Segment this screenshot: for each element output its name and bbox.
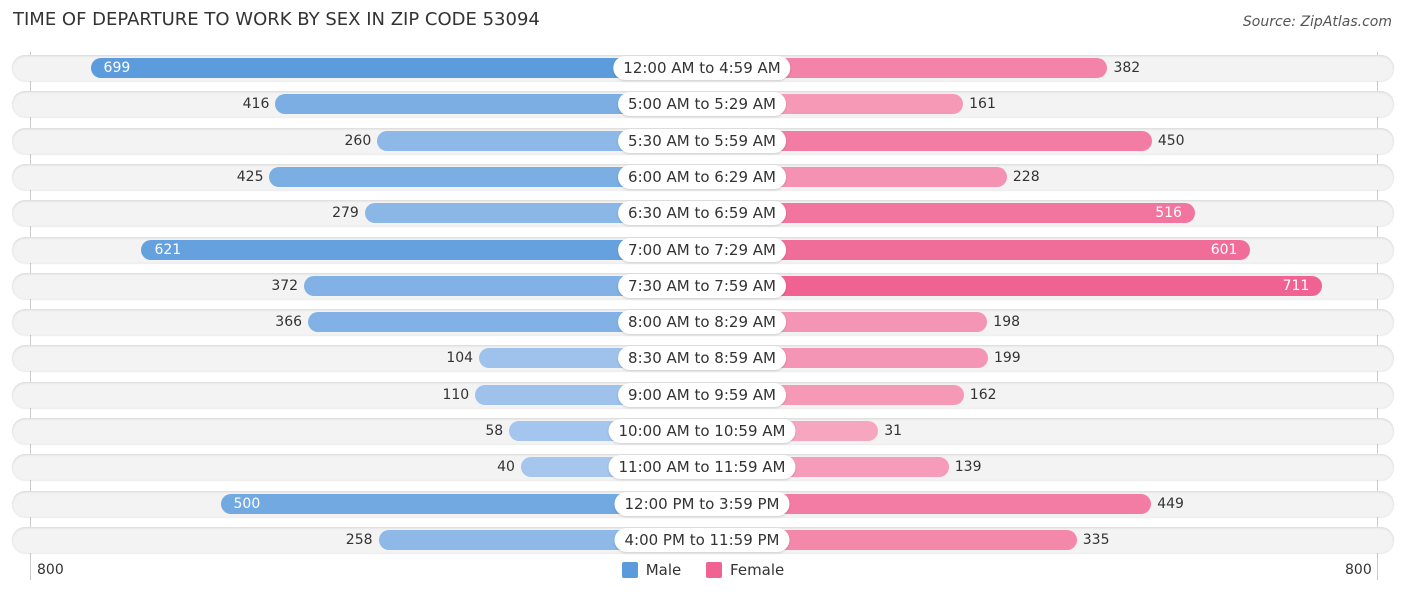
value-label-male: 258 bbox=[345, 531, 373, 548]
value-label-female: 139 bbox=[954, 459, 982, 476]
category-label: 6:00 AM to 6:29 AM bbox=[618, 164, 786, 189]
category-label: 11:00 AM to 11:59 AM bbox=[608, 455, 796, 480]
legend-swatch-male bbox=[621, 562, 638, 578]
value-label-female: 228 bbox=[1012, 168, 1040, 185]
value-label-female: 449 bbox=[1157, 495, 1184, 512]
value-label-male: 372 bbox=[271, 277, 299, 294]
value-label-female: 382 bbox=[1113, 60, 1141, 76]
category-label: 5:00 AM to 5:29 AM bbox=[618, 92, 786, 117]
value-label-female: 335 bbox=[1082, 531, 1110, 548]
value-label-female: 516 bbox=[1155, 205, 1182, 222]
category-label: 8:00 AM to 8:29 AM bbox=[618, 310, 786, 335]
category-label: 12:00 AM to 4:59 AM bbox=[613, 56, 791, 80]
value-label-male: 425 bbox=[236, 168, 264, 185]
value-label-male: 699 bbox=[103, 60, 131, 76]
value-label-male: 260 bbox=[344, 132, 372, 149]
category-label: 12:00 PM to 3:59 PM bbox=[614, 491, 790, 516]
value-label-male: 279 bbox=[332, 205, 359, 222]
value-label-female: 31 bbox=[884, 423, 903, 439]
value-label-male: 110 bbox=[442, 386, 470, 403]
value-label-male: 366 bbox=[275, 314, 303, 331]
legend-swatch-female bbox=[706, 562, 723, 578]
category-label: 7:00 AM to 7:29 AM bbox=[618, 237, 786, 262]
bar-male[interactable] bbox=[90, 58, 702, 78]
legend-label-female: Female bbox=[730, 561, 785, 579]
chart-title: TIME OF DEPARTURE TO WORK BY SEX IN ZIP … bbox=[13, 9, 540, 30]
legend-label-male: Male bbox=[645, 561, 682, 579]
value-label-male: 621 bbox=[154, 241, 182, 258]
legend: Male Female bbox=[0, 561, 1406, 582]
value-label-female: 198 bbox=[993, 314, 1021, 331]
value-label-male: 58 bbox=[485, 423, 504, 439]
source-label: Source: ZipAtlas.com bbox=[1242, 14, 1392, 30]
category-label: 7:30 AM to 7:59 AM bbox=[618, 273, 786, 298]
category-label: 9:00 AM to 9:59 AM bbox=[618, 382, 786, 407]
value-label-male: 40 bbox=[497, 459, 515, 476]
category-label: 5:30 AM to 5:59 AM bbox=[618, 128, 786, 153]
category-label: 8:30 AM to 8:59 AM bbox=[618, 346, 786, 371]
value-label-female: 199 bbox=[993, 350, 1021, 367]
bar-female[interactable] bbox=[702, 275, 1323, 296]
value-label-female: 601 bbox=[1210, 241, 1238, 258]
value-label-female: 161 bbox=[969, 96, 996, 113]
value-label-male: 416 bbox=[242, 96, 270, 113]
category-label: 6:30 AM to 6:59 AM bbox=[618, 201, 786, 226]
value-label-male: 500 bbox=[233, 495, 261, 512]
legend-item-female[interactable]: Female bbox=[706, 561, 784, 579]
value-label-male: 104 bbox=[446, 350, 474, 367]
value-label-female: 162 bbox=[969, 386, 997, 403]
value-label-female: 450 bbox=[1157, 132, 1185, 149]
value-label-female: 711 bbox=[1282, 277, 1310, 294]
category-label: 4:00 PM to 11:59 PM bbox=[614, 527, 790, 552]
category-label: 10:00 AM to 10:59 AM bbox=[608, 419, 796, 443]
legend-item-male[interactable]: Male bbox=[621, 561, 682, 579]
